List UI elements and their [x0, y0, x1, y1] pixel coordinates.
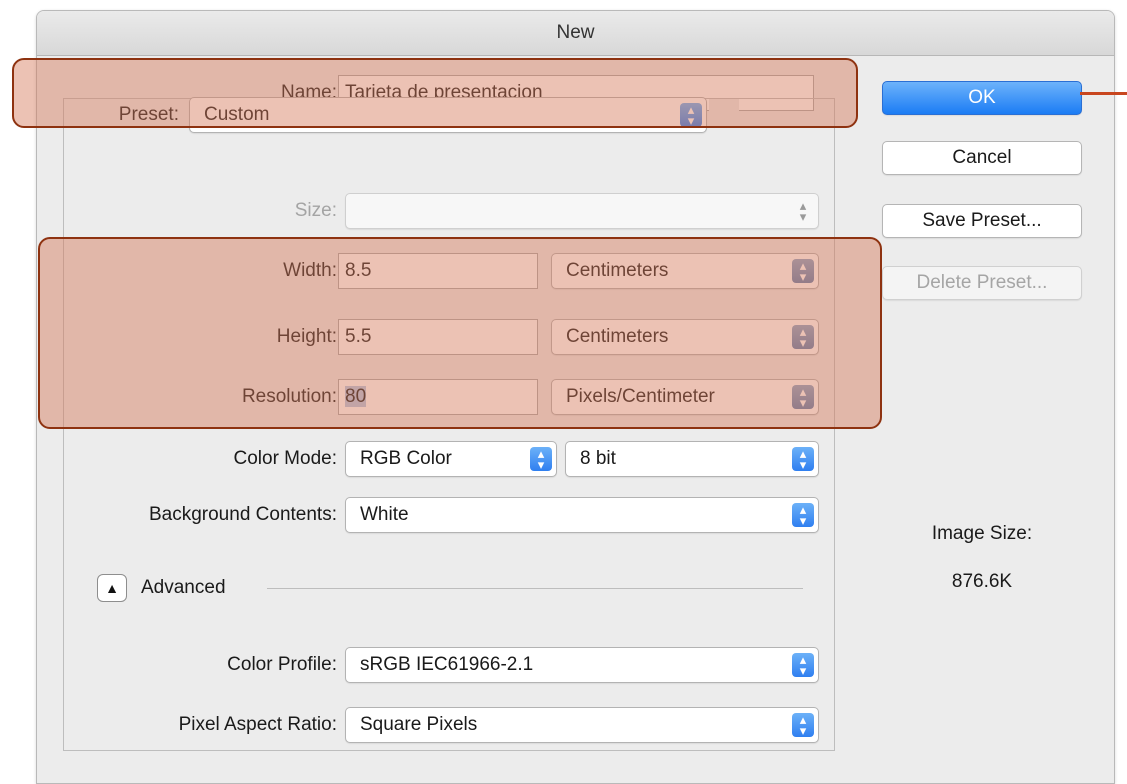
- chevron-up-down-icon: ▴ ▾: [792, 653, 814, 677]
- chevron-up-down-icon: ▴ ▾: [792, 713, 814, 737]
- color-mode-label: Color Mode:: [233, 448, 338, 469]
- dimensions-highlight: [38, 237, 882, 429]
- size-select: ▴ ▾: [345, 193, 819, 229]
- save-preset-button[interactable]: Save Preset...: [882, 204, 1082, 238]
- disclosure-triangle-up-icon[interactable]: ▲: [97, 574, 127, 602]
- color-profile-select[interactable]: sRGB IEC61966-2.1 ▴ ▾: [345, 647, 819, 683]
- bit-depth-select[interactable]: 8 bit ▴ ▾: [565, 441, 819, 477]
- pixel-aspect-ratio-label: Pixel Aspect Ratio:: [178, 714, 337, 735]
- color-mode-value: RGB Color: [360, 448, 452, 469]
- chevron-up-down-icon: ▴ ▾: [792, 503, 814, 527]
- image-size-label: Image Size:: [931, 523, 1033, 544]
- background-contents-select[interactable]: White ▴ ▾: [345, 497, 819, 533]
- pixel-aspect-ratio-value: Square Pixels: [360, 714, 478, 735]
- color-profile-value: sRGB IEC61966-2.1: [360, 654, 534, 675]
- background-contents-label: Background Contents:: [148, 504, 337, 525]
- pixel-aspect-ratio-select[interactable]: Square Pixels ▴ ▾: [345, 707, 819, 743]
- cancel-button[interactable]: Cancel: [882, 141, 1082, 175]
- chevron-up-down-icon: ▴ ▾: [530, 447, 552, 471]
- window-title: New: [37, 11, 1114, 56]
- advanced-label: Advanced: [141, 577, 226, 598]
- color-mode-select[interactable]: RGB Color ▴ ▾: [345, 441, 557, 477]
- advanced-divider: [267, 588, 803, 589]
- delete-preset-button: Delete Preset...: [882, 266, 1082, 300]
- image-size-value: 876.6K: [951, 571, 1013, 592]
- name-highlight: [12, 58, 858, 128]
- ok-button[interactable]: OK: [882, 81, 1082, 115]
- color-profile-label: Color Profile:: [227, 654, 337, 675]
- size-label: Size:: [294, 200, 337, 221]
- chevron-up-down-icon: ▴ ▾: [799, 198, 807, 224]
- chevron-up-down-icon: ▴ ▾: [792, 447, 814, 471]
- ok-pointer-arrow: [1080, 92, 1127, 95]
- background-contents-value: White: [360, 504, 409, 525]
- bit-depth-value: 8 bit: [580, 448, 616, 469]
